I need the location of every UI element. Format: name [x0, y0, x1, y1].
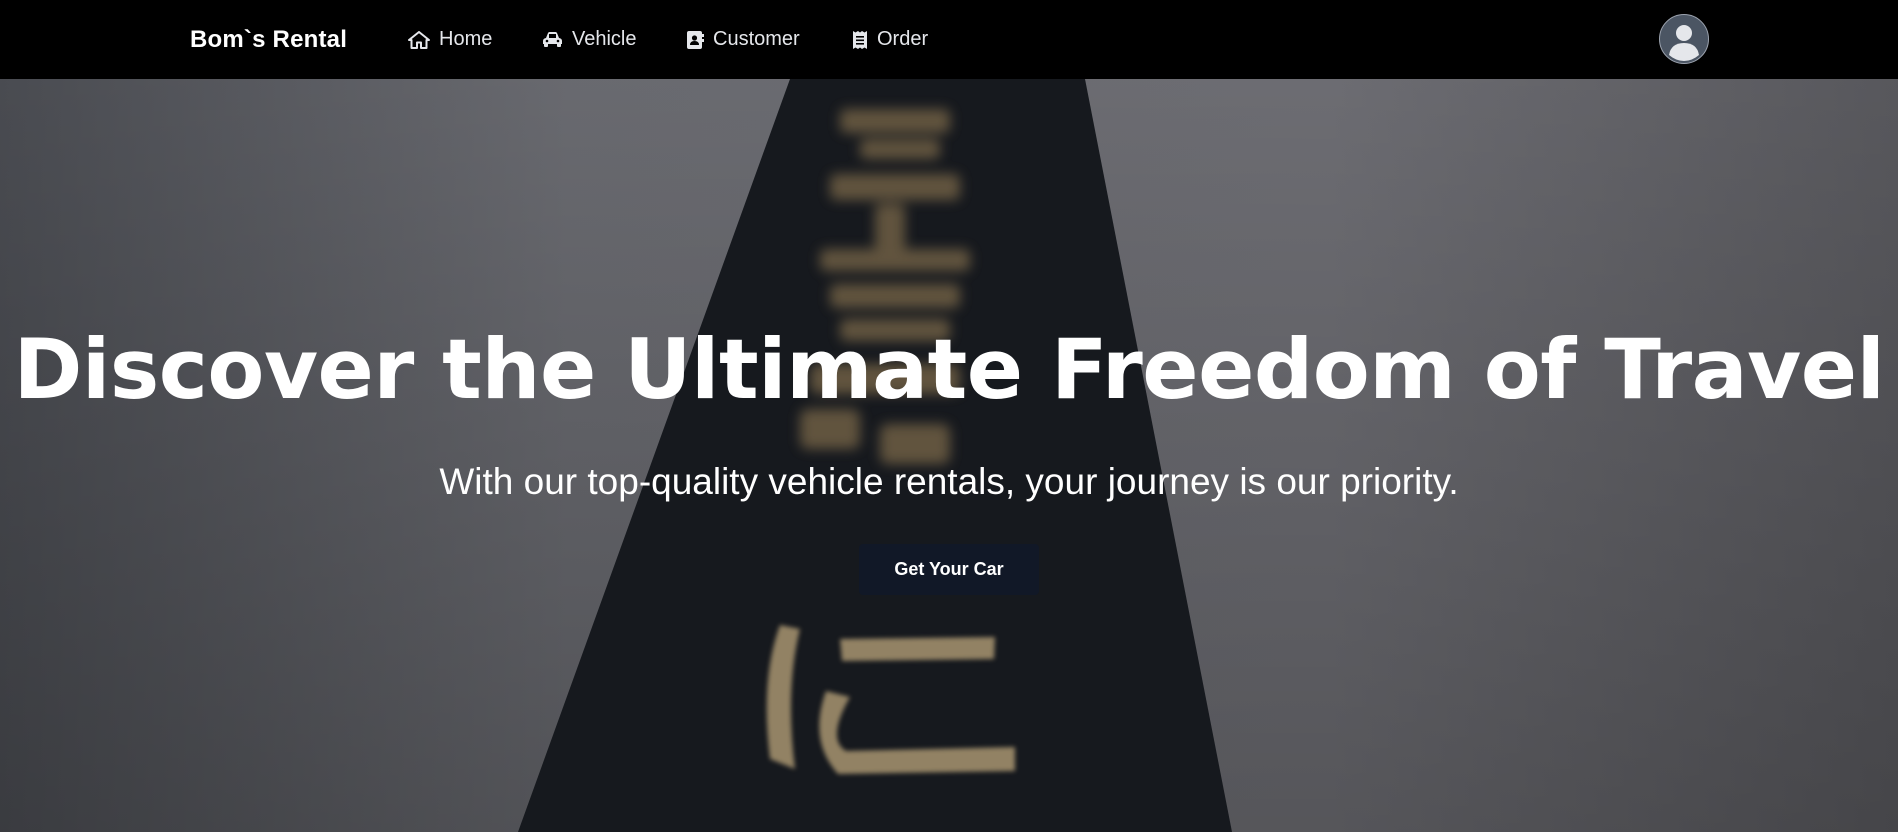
nav-item-vehicle-label: Vehicle — [572, 28, 637, 50]
hero-section: Discover the Ultimate Freedom of Travel … — [0, 79, 1898, 832]
receipt-icon — [853, 30, 867, 49]
nav-item-customer-label: Customer — [713, 28, 800, 50]
nav-item-order-label: Order — [877, 28, 929, 50]
hero-background-image — [0, 79, 1898, 832]
nav-item-home-label: Home — [439, 28, 493, 50]
nav-item-customer[interactable]: Customer — [686, 28, 800, 51]
home-icon — [408, 30, 430, 49]
get-your-car-button[interactable]: Get Your Car — [859, 544, 1039, 595]
nav-item-vehicle[interactable]: Vehicle — [542, 28, 637, 51]
brand-logo[interactable]: Bom`s Rental — [190, 26, 347, 54]
top-navbar: Bom`s Rental Home Vehicle Customer Order — [0, 0, 1898, 79]
hero-title: Discover the Ultimate Freedom of Travel — [13, 321, 1885, 418]
car-icon — [543, 32, 562, 47]
hero-subtitle: With our top-quality vehicle rentals, yo… — [439, 461, 1459, 502]
nav-item-order[interactable]: Order — [852, 28, 928, 51]
nav-item-home[interactable]: Home — [408, 28, 492, 51]
address-book-icon — [687, 30, 704, 49]
user-avatar-button[interactable] — [1659, 14, 1709, 64]
user-avatar-icon — [1669, 25, 1699, 61]
